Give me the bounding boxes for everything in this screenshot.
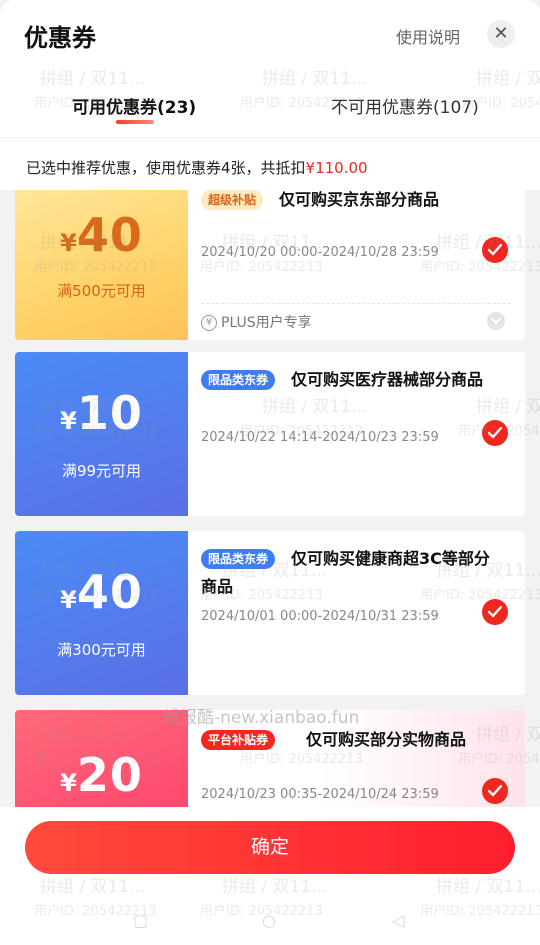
close-icon: ✕ xyxy=(493,23,509,44)
selected-check-icon[interactable] xyxy=(482,778,508,804)
coupon-validity: 2024/10/01 00:00-2024/10/31 23:59 xyxy=(201,609,439,624)
coupon-validity: 2024/10/22 14:14-2024/10/23 23:59 xyxy=(201,430,439,445)
sheet-footer: 确定 ▢ ○ ◁ xyxy=(0,807,540,945)
tab-available-coupons[interactable]: 可用优惠券(23) xyxy=(72,93,196,118)
coupon-condition: 满99元可用 xyxy=(61,462,142,480)
coupon-card[interactable]: ¥40 满500元可用 超级补贴 仅可购买京东部分商品 2024/10/20 0… xyxy=(15,190,525,340)
selected-check-icon[interactable] xyxy=(482,420,508,446)
chevron-down-icon[interactable] xyxy=(487,312,505,330)
plus-member-row: ¥ PLUS用户专享 xyxy=(201,303,511,332)
coupon-sheet: 优惠券 使用说明 ✕ 可用优惠券(23) 不可用优惠券(107) 已选中推荐优惠… xyxy=(0,0,540,945)
currency-symbol: ¥ xyxy=(60,586,77,614)
page-title: 优惠券 xyxy=(24,24,96,52)
summary-amount: ¥110.00 xyxy=(305,159,368,177)
header-divider xyxy=(0,137,540,138)
coupon-stub: ¥10 满99元可用 xyxy=(15,352,188,516)
coupon-condition: 满300元可用 xyxy=(57,641,146,659)
summary-text: 已选中推荐优惠，使用优惠券4张，共抵扣 xyxy=(26,159,306,177)
coupon-value: ¥40 xyxy=(15,565,188,619)
coupon-name: 仅可购买部分实物商品 xyxy=(306,730,467,749)
confirm-button[interactable]: 确定 xyxy=(25,821,515,874)
coupon-name: 仅可购买医疗器械部分商品 xyxy=(291,370,484,389)
selected-check-icon[interactable] xyxy=(482,599,508,625)
coupon-stub: ¥40 满300元可用 xyxy=(15,531,188,695)
coupon-card[interactable]: ¥40 满300元可用 限品类东券 仅可购买健康商超3C等部分商品 2024/1… xyxy=(15,531,525,695)
coupon-amount: 10 xyxy=(76,386,143,440)
coupon-value: ¥10 xyxy=(15,386,188,440)
coupon-stub: ¥40 满500元可用 xyxy=(15,190,188,340)
coupon-value: ¥40 xyxy=(15,208,188,262)
currency-symbol: ¥ xyxy=(60,229,77,257)
nav-back-icon: ◁ xyxy=(392,911,405,930)
coupon-amount: 20 xyxy=(76,748,143,802)
selected-check-icon[interactable] xyxy=(482,237,508,263)
coupon-badge: 超级补贴 xyxy=(201,190,264,210)
discount-summary: 已选中推荐优惠，使用优惠券4张，共抵扣¥110.00 xyxy=(26,157,368,178)
active-tab-indicator xyxy=(116,120,154,124)
coupon-validity: 2024/10/23 00:35-2024/10/24 23:59 xyxy=(201,787,439,802)
usage-instructions-link[interactable]: 使用说明 xyxy=(396,24,460,48)
coupon-validity: 2024/10/20 00:00-2024/10/28 23:59 xyxy=(201,245,439,260)
coupon-name: 仅可购买京东部分商品 xyxy=(279,190,440,209)
plus-label: PLUS用户专享 xyxy=(221,315,312,331)
coupon-card[interactable]: ¥10 满99元可用 限品类东券 仅可购买医疗器械部分商品 2024/10/22… xyxy=(15,352,525,516)
nav-home-icon: ○ xyxy=(262,911,276,930)
tab-unavailable-coupons[interactable]: 不可用优惠券(107) xyxy=(331,93,479,118)
yen-coin-icon: ¥ xyxy=(201,315,217,331)
coupon-amount: 40 xyxy=(76,565,143,619)
sheet-header: 优惠券 使用说明 ✕ 可用优惠券(23) 不可用优惠券(107) 已选中推荐优惠… xyxy=(0,0,540,190)
coupon-name: 仅可购买健康商超3C等部分商品 xyxy=(201,549,490,596)
nav-recent-icon: ▢ xyxy=(133,911,149,930)
site-watermark: 线报酷-new.xianbao.fun xyxy=(163,708,360,728)
currency-symbol: ¥ xyxy=(60,769,77,797)
coupon-badge: 平台补贴券 xyxy=(201,730,276,750)
currency-symbol: ¥ xyxy=(60,407,77,435)
close-button[interactable]: ✕ xyxy=(487,20,515,48)
coupon-condition: 满500元可用 xyxy=(57,282,146,300)
coupon-value: ¥20 xyxy=(15,748,188,802)
coupon-amount: 40 xyxy=(76,208,143,262)
